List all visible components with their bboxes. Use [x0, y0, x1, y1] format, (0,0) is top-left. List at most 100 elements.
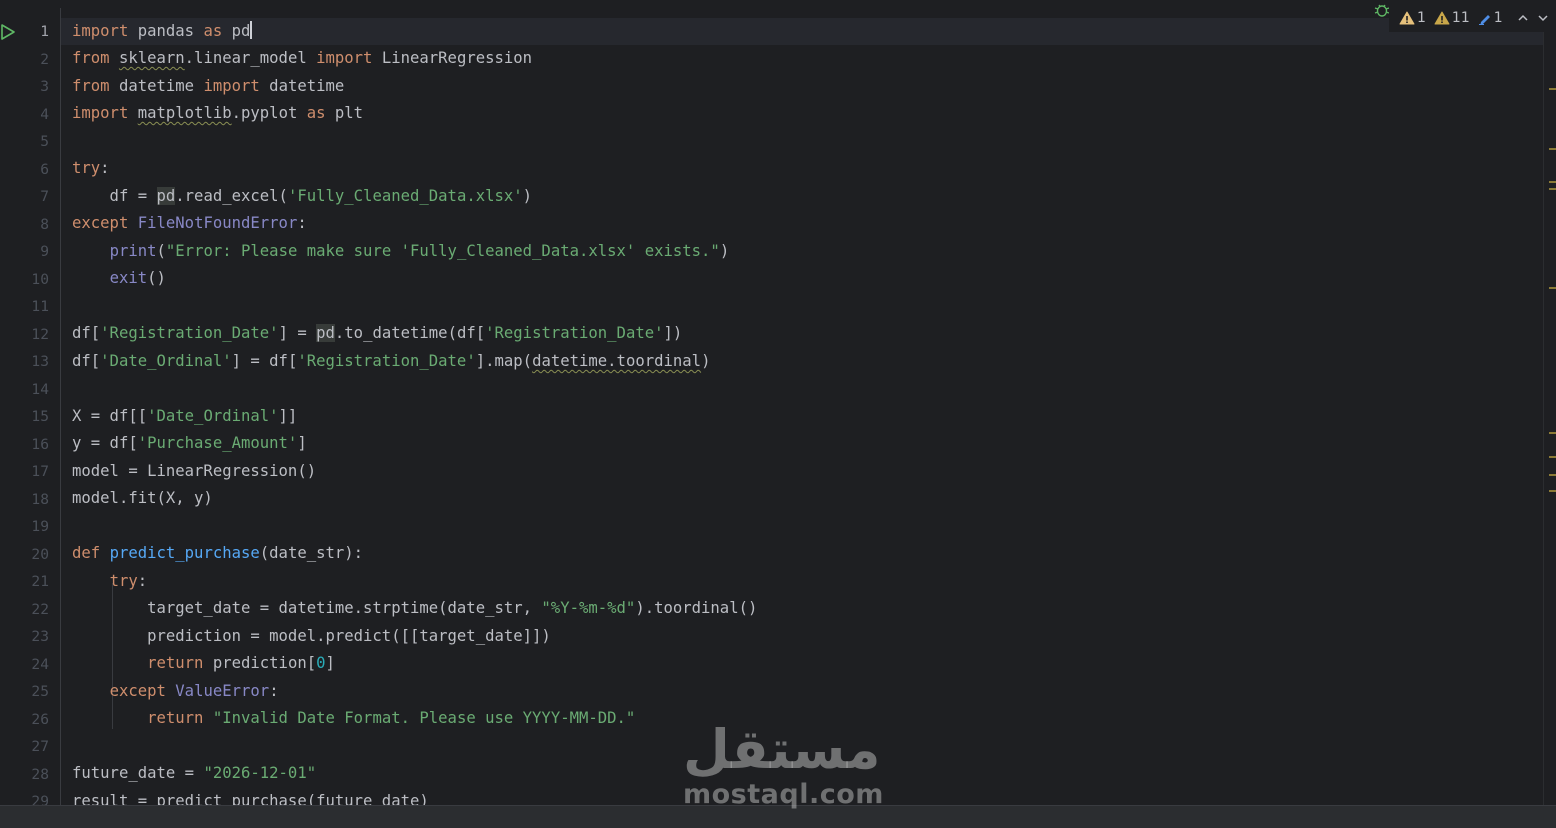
code-line-8[interactable]: except FileNotFoundError:: [61, 210, 1543, 237]
code-editor[interactable]: import pandas as pd from sklearn.linear_…: [61, 8, 1543, 805]
line-number: 17: [31, 463, 49, 480]
chevron-down-icon[interactable]: [1537, 13, 1549, 23]
stripe-marker: [1549, 88, 1556, 90]
line-number: 18: [31, 490, 49, 508]
code-line-28[interactable]: future_date = "2026-12-01": [61, 760, 1543, 787]
line-number: 26: [31, 710, 49, 728]
code-line-3[interactable]: from datetime import datetime: [61, 73, 1543, 100]
stripe-marker: [1549, 456, 1556, 458]
line-number: 15: [31, 408, 49, 425]
code-line-17[interactable]: model = LinearRegression(): [61, 458, 1543, 485]
code-line-26[interactable]: return "Invalid Date Format. Please use …: [61, 705, 1543, 732]
code-line-21[interactable]: try:: [61, 568, 1543, 595]
code-text: import pandas as pd: [72, 21, 253, 40]
code-line-20[interactable]: def predict_purchase(date_str):: [61, 540, 1543, 567]
error-count-label: 1: [1417, 10, 1426, 26]
code-text: prediction = model.predict([[target_date…: [72, 627, 551, 645]
line-number: 8: [40, 215, 49, 233]
line-number: 24: [31, 655, 49, 673]
line-number: 13: [31, 353, 49, 370]
stripe-marker: [1549, 148, 1556, 150]
code-line-12[interactable]: df['Registration_Date'] = pd.to_datetime…: [61, 320, 1543, 347]
code-text: y = df['Purchase_Amount']: [72, 434, 307, 452]
code-line-22[interactable]: target_date = datetime.strptime(date_str…: [61, 595, 1543, 622]
stripe-marker: [1549, 490, 1556, 492]
code-line-18[interactable]: model.fit(X, y): [61, 485, 1543, 512]
code-text: df['Date_Ordinal'] = df['Registration_Da…: [72, 352, 711, 370]
code-text: def predict_purchase(date_str):: [72, 544, 364, 562]
code-text: print("Error: Please make sure 'Fully_Cl…: [109, 242, 730, 260]
code-text: import matplotlib.pyplot as plt: [72, 104, 364, 122]
code-text: exit(): [109, 269, 166, 287]
code-line-15[interactable]: X = df[['Date_Ordinal']]: [61, 403, 1543, 430]
typo-count[interactable]: 1: [1478, 10, 1503, 26]
code-line-23[interactable]: prediction = model.predict([[target_date…: [61, 623, 1543, 650]
code-line-6[interactable]: try:: [61, 155, 1543, 182]
line-number: 2: [40, 50, 49, 68]
code-line-7[interactable]: df = pd.read_excel('Fully_Cleaned_Data.x…: [61, 183, 1543, 210]
line-number: 12: [31, 325, 49, 343]
code-text: result = predict_purchase(future_date): [72, 792, 429, 805]
warning-count-label: 11: [1451, 10, 1470, 26]
line-number: 11: [31, 298, 49, 315]
warning-icon: [1434, 11, 1450, 25]
code-text: df['Registration_Date'] = pd.to_datetime…: [72, 324, 683, 342]
warning-count[interactable]: 11: [1434, 10, 1470, 26]
typo-count-label: 1: [1493, 10, 1503, 26]
editor-top-strip: [0, 0, 1556, 8]
line-number: 20: [31, 545, 49, 563]
stripe-marker: [1549, 287, 1556, 289]
code-text: from datetime import datetime: [72, 77, 345, 95]
code-line-9[interactable]: print("Error: Please make sure 'Fully_Cl…: [61, 238, 1543, 265]
line-number: 16: [31, 435, 49, 453]
status-bar: [0, 805, 1556, 828]
stripe-marker: [1549, 432, 1556, 434]
line-number: 28: [31, 765, 49, 783]
code-text: except ValueError:: [109, 682, 279, 700]
code-text: try:: [109, 572, 148, 590]
line-number: 6: [40, 160, 49, 178]
code-line-10[interactable]: exit(): [61, 265, 1543, 292]
line-number: 27: [31, 738, 49, 755]
code-line-29[interactable]: result = predict_purchase(future_date): [61, 788, 1543, 805]
code-line-16[interactable]: y = df['Purchase_Amount']: [61, 430, 1543, 457]
code-text: df = pd.read_excel('Fully_Cleaned_Data.x…: [72, 187, 533, 205]
stripe-marker: [1549, 188, 1556, 190]
inspections-widget[interactable]: 1 11 1: [1389, 4, 1556, 32]
chevron-up-icon[interactable]: [1517, 13, 1529, 23]
code-text: return "Invalid Date Format. Please use …: [147, 709, 636, 727]
code-text: except FileNotFoundError:: [72, 214, 307, 232]
line-number: 22: [31, 600, 49, 618]
code-line-25[interactable]: except ValueError:: [61, 678, 1543, 705]
code-text: from sklearn.linear_model import LinearR…: [72, 49, 533, 67]
code-line-1[interactable]: import pandas as pd: [61, 18, 1543, 45]
code-text: model.fit(X, y): [72, 489, 213, 507]
code-line-2[interactable]: from sklearn.linear_model import LinearR…: [61, 45, 1543, 72]
line-number: 23: [31, 628, 49, 645]
line-number: 10: [31, 270, 49, 288]
line-number: 3: [40, 78, 49, 95]
code-line-24[interactable]: return prediction[0]: [61, 650, 1543, 677]
line-number: 9: [40, 243, 49, 260]
line-number: 19: [31, 518, 49, 535]
code-text: target_date = datetime.strptime(date_str…: [72, 599, 758, 617]
error-count[interactable]: 1: [1399, 10, 1426, 26]
line-number: 5: [40, 133, 49, 150]
error-stripe[interactable]: [1543, 8, 1556, 805]
line-number: 1: [40, 23, 49, 40]
line-number: 4: [40, 105, 49, 123]
error-icon: [1399, 11, 1415, 25]
code-text: return prediction[0]: [147, 654, 335, 672]
line-number: 21: [31, 573, 49, 590]
typo-pencil-icon: [1478, 15, 1490, 25]
text-caret: [250, 21, 253, 39]
stripe-marker: [1549, 181, 1556, 183]
line-number: 7: [40, 188, 49, 205]
stripe-marker: [1549, 474, 1556, 476]
code-line-13[interactable]: df['Date_Ordinal'] = df['Registration_Da…: [61, 348, 1543, 375]
code-text: try:: [72, 159, 110, 177]
line-number: 14: [31, 380, 49, 398]
line-number: 25: [31, 683, 49, 700]
code-line-4[interactable]: import matplotlib.pyplot as plt: [61, 100, 1543, 127]
code-text: X = df[['Date_Ordinal']]: [72, 407, 298, 425]
